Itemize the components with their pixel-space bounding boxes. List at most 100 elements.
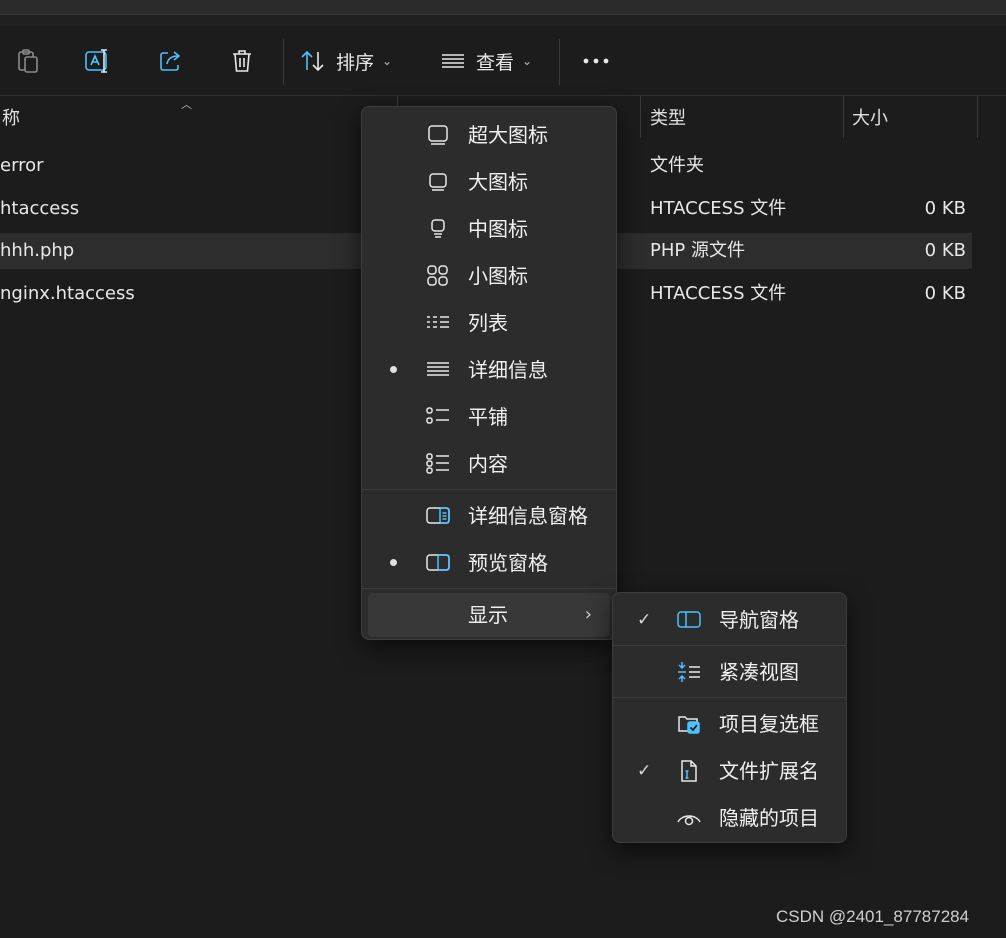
menu-divider (362, 489, 616, 490)
column-header-type[interactable]: 类型 (650, 96, 686, 138)
rename-icon (84, 49, 112, 73)
column-divider[interactable] (977, 96, 978, 138)
command-bar: 排序 ⌄ 查看 ⌄ (0, 27, 1006, 96)
sort-button[interactable]: 排序 ⌄ (300, 27, 408, 95)
checkmark-icon: ✓ (637, 610, 652, 630)
address-bar[interactable] (0, 0, 1006, 15)
file-type: PHP 源文件 (650, 240, 745, 261)
file-name: error (0, 155, 44, 176)
paste-button[interactable] (8, 27, 48, 95)
small-icons-icon (426, 265, 450, 287)
submenu-item-navigation-pane[interactable]: ✓ 导航窗格 (619, 598, 840, 642)
content-icon (426, 453, 450, 475)
file-name: htaccess (0, 198, 80, 219)
menu-item-large-icons[interactable]: 大图标 (368, 160, 610, 204)
file-name: nginx.htaccess (0, 283, 135, 304)
submenu-item-label: 紧凑视图 (719, 660, 799, 684)
submenu-item-label: 隐藏的项目 (719, 806, 819, 830)
view-lines-icon (440, 50, 466, 72)
submenu-item-label: 文件扩展名 (719, 759, 819, 783)
share-icon (158, 49, 184, 73)
title-bar (0, 0, 1006, 26)
menu-item-label: 中图标 (468, 217, 528, 241)
chevron-right-icon: › (584, 604, 592, 625)
tiles-icon (426, 406, 450, 428)
menu-item-label: 大图标 (468, 170, 528, 194)
menu-item-details[interactable]: 详细信息 (368, 348, 610, 392)
menu-item-extra-large-icons[interactable]: 超大图标 (368, 113, 610, 157)
file-type: 文件夹 (650, 155, 704, 176)
toolbar-divider (283, 39, 284, 85)
large-icons-icon (426, 171, 450, 193)
list-icon (426, 312, 450, 334)
submenu-item-file-extensions[interactable]: ✓ 文件扩展名 (619, 749, 840, 793)
menu-item-details-pane[interactable]: 详细信息窗格 (368, 494, 610, 538)
extra-large-icons-icon (426, 124, 450, 146)
submenu-item-label: 导航窗格 (719, 608, 799, 632)
details-icon (426, 359, 450, 381)
preview-pane-icon (426, 552, 450, 574)
menu-item-medium-icons[interactable]: 中图标 (368, 207, 610, 251)
menu-item-content[interactable]: 内容 (368, 442, 610, 486)
menu-item-preview-pane[interactable]: 预览窗格 (368, 541, 610, 585)
sort-caret-icon: ︿ (181, 98, 192, 111)
menu-item-label: 显示 (468, 603, 508, 627)
details-pane-icon (426, 505, 450, 527)
menu-item-label: 详细信息窗格 (468, 504, 588, 528)
share-button[interactable] (151, 27, 191, 95)
selected-bullet-icon (390, 559, 397, 566)
file-extension-icon (677, 760, 701, 782)
menu-item-label: 小图标 (468, 264, 528, 288)
file-size: 0 KB (924, 198, 966, 219)
menu-item-show[interactable]: 显示 › (368, 593, 610, 637)
column-divider[interactable] (640, 96, 641, 138)
show-submenu: ✓ 导航窗格 紧凑视图 项目复选框 ✓ 文件扩展名 隐藏的项目 (612, 592, 847, 843)
view-button[interactable]: 查看 ⌄ (440, 27, 540, 95)
submenu-item-compact-view[interactable]: 紧凑视图 (619, 650, 840, 694)
column-header-name[interactable]: 称 (2, 96, 20, 138)
file-type: HTACCESS 文件 (650, 283, 787, 304)
sort-label: 排序 (336, 51, 375, 74)
view-menu: 超大图标 大图标 中图标 小图标 列表 详细信息 平铺 内容 详细信息窗格 预览… (361, 106, 617, 640)
menu-item-label: 详细信息 (468, 358, 548, 382)
menu-item-label: 内容 (468, 452, 508, 476)
compact-view-icon (677, 661, 701, 683)
toolbar-divider (559, 39, 560, 85)
sort-icon (300, 49, 326, 73)
menu-item-list[interactable]: 列表 (368, 301, 610, 345)
menu-item-label: 平铺 (468, 405, 508, 429)
checkmark-icon: ✓ (637, 761, 652, 781)
submenu-item-hidden-items[interactable]: 隐藏的项目 (619, 796, 840, 840)
chevron-down-icon: ⌄ (522, 54, 533, 68)
file-size: 0 KB (924, 240, 966, 261)
menu-item-label: 超大图标 (468, 123, 548, 147)
file-size: 0 KB (924, 283, 966, 304)
trash-icon (230, 48, 254, 74)
hidden-items-icon (677, 807, 701, 829)
menu-item-label: 预览窗格 (468, 551, 548, 575)
more-options-button[interactable] (576, 27, 616, 95)
watermark: CSDN @2401_87787284 (776, 907, 970, 926)
rename-button[interactable] (78, 27, 118, 95)
menu-item-label: 列表 (468, 311, 508, 335)
menu-item-small-icons[interactable]: 小图标 (368, 254, 610, 298)
menu-item-tiles[interactable]: 平铺 (368, 395, 610, 439)
column-header-size[interactable]: 大小 (852, 96, 888, 138)
delete-button[interactable] (222, 27, 262, 95)
selected-bullet-icon (390, 366, 397, 373)
menu-divider (613, 645, 846, 646)
navigation-pane-icon (677, 609, 701, 631)
column-divider[interactable] (843, 96, 844, 138)
menu-divider (613, 697, 846, 698)
clipboard-icon (16, 48, 40, 74)
chevron-down-icon: ⌄ (382, 54, 393, 68)
submenu-item-label: 项目复选框 (719, 712, 819, 736)
file-type: HTACCESS 文件 (650, 198, 787, 219)
medium-icons-icon (426, 218, 450, 240)
submenu-item-item-checkboxes[interactable]: 项目复选框 (619, 702, 840, 746)
menu-divider (362, 588, 616, 589)
file-name: hhh.php (0, 240, 75, 261)
more-icon (583, 58, 609, 64)
item-checkbox-icon (677, 713, 701, 735)
view-label: 查看 (476, 51, 515, 74)
